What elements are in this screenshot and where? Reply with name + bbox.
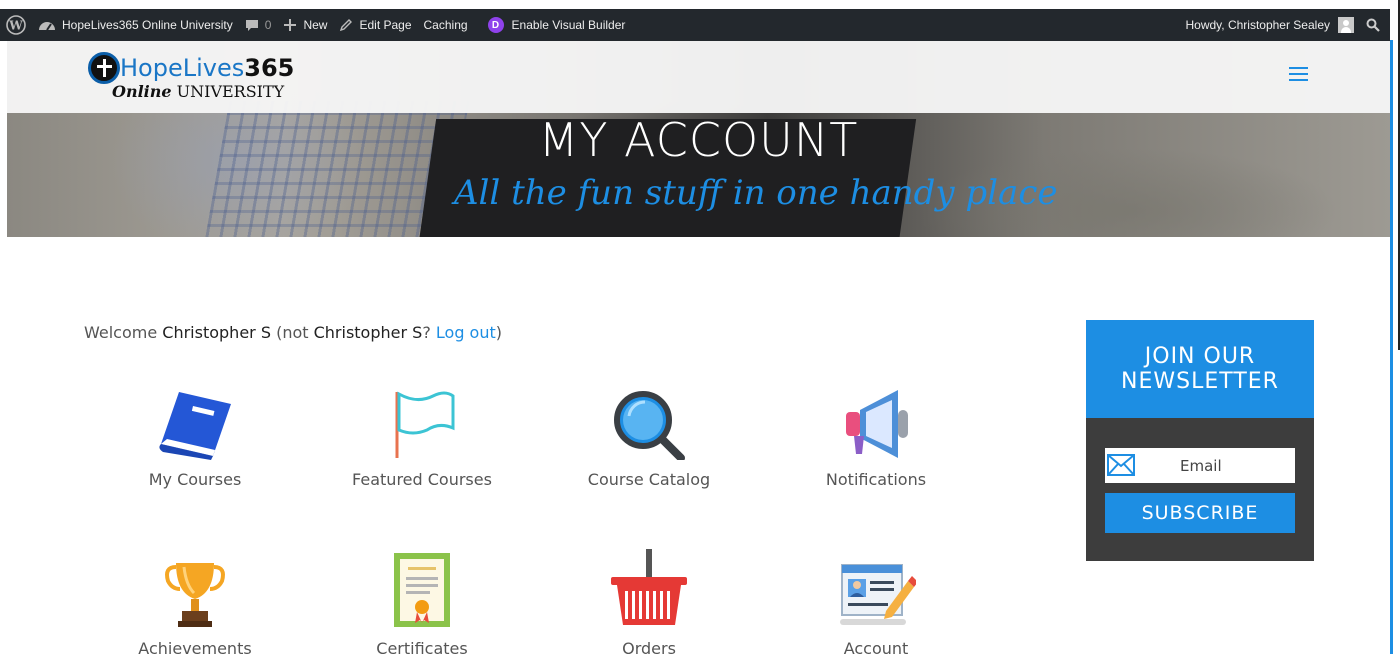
tile-label: Course Catalog <box>587 470 711 489</box>
visual-builder-link[interactable]: D Enable Visual Builder <box>482 9 632 41</box>
tile-label: Account <box>843 639 909 654</box>
tile-my-courses[interactable]: My Courses <box>95 378 295 489</box>
welcome-message: Welcome Christopher S (not Christopher S… <box>84 323 502 342</box>
site-name-link[interactable]: HopeLives365 Online University <box>32 9 239 41</box>
trophy-icon <box>95 547 295 629</box>
tile-course-catalog[interactable]: Course Catalog <box>549 378 749 489</box>
menu-icon[interactable] <box>1289 67 1308 81</box>
tile-label: Orders <box>622 639 676 654</box>
tile-label: Certificates <box>376 639 468 654</box>
welcome-suffix: ? <box>422 323 436 342</box>
scrollbar[interactable] <box>1393 0 1400 350</box>
divi-icon: D <box>487 17 504 33</box>
my-account-menu[interactable]: Howdy, Christopher Sealey <box>1179 9 1360 41</box>
visual-builder-label: Enable Visual Builder <box>511 18 626 32</box>
dashboard-icon <box>39 22 55 31</box>
edit-page-link[interactable]: Edit Page <box>333 9 417 41</box>
welcome-prefix: Welcome <box>84 323 163 342</box>
welcome-middle: (not <box>270 323 314 342</box>
logo-text-hopelives: HopeLives <box>120 54 245 82</box>
flag-icon <box>322 378 522 460</box>
tile-label: Notifications <box>825 470 927 489</box>
user-name: Christopher S <box>162 323 271 342</box>
newsletter-title-line1: JOIN OUR <box>1144 344 1256 369</box>
plus-icon <box>284 19 297 31</box>
admin-search-button[interactable] <box>1360 9 1390 41</box>
search-icon <box>1366 18 1380 32</box>
tile-featured-courses[interactable]: Featured Courses <box>322 378 522 489</box>
comments-link[interactable]: 0 <box>239 9 278 41</box>
newsletter-title-line2: NEWSLETTER <box>1121 369 1279 394</box>
new-label: New <box>303 18 328 32</box>
tile-certificates[interactable]: Certificates <box>322 547 522 654</box>
avatar <box>1338 17 1354 33</box>
howdy-text: Howdy, Christopher Sealey <box>1185 18 1330 32</box>
logo-text-university: UNIVERSITY <box>171 82 285 101</box>
page-title: MY ACCOUNT <box>538 113 859 167</box>
basket-icon <box>549 547 749 629</box>
certificate-icon <box>322 547 522 629</box>
tile-achievements[interactable]: Achievements <box>95 547 295 654</box>
newsletter-widget: JOIN OUR NEWSLETTER SUBSCRIBE <box>1086 320 1314 561</box>
cross-logo-icon <box>88 52 120 84</box>
newsletter-title: JOIN OUR NEWSLETTER <box>1086 320 1314 418</box>
user-name-alt: Christopher S <box>313 323 423 342</box>
tile-label: Featured Courses <box>352 470 492 489</box>
tile-orders[interactable]: Orders <box>549 547 749 654</box>
logout-link[interactable]: Log out <box>436 323 496 342</box>
admin-bar: W HopeLives365 Online University 0 New E… <box>0 9 1390 41</box>
tile-label: My Courses <box>148 470 242 489</box>
comments-count: 0 <box>264 18 272 32</box>
subscribe-button[interactable]: SUBSCRIBE <box>1105 493 1295 533</box>
wordpress-menu[interactable]: W <box>0 9 32 41</box>
logo-text-365: 365 <box>244 54 295 82</box>
email-field-wrap <box>1105 448 1295 483</box>
tile-label: Achievements <box>138 639 252 654</box>
page-subtitle: All the fun stuff in one handy place <box>454 173 1058 213</box>
id-card-icon <box>776 547 976 629</box>
new-content-menu[interactable]: New <box>277 9 333 41</box>
wordpress-icon: W <box>6 15 26 35</box>
site-name: HopeLives365 Online University <box>62 18 233 32</box>
logo-text-online: Online <box>112 82 172 101</box>
tile-notifications[interactable]: Notifications <box>776 378 976 489</box>
caching-menu[interactable]: Caching <box>418 9 474 41</box>
megaphone-icon <box>776 378 976 460</box>
caching-label: Caching <box>423 18 468 32</box>
comment-icon <box>245 19 258 31</box>
pencil-icon <box>340 19 353 32</box>
envelope-icon <box>1107 454 1135 476</box>
magnifier-icon <box>549 378 749 460</box>
edit-page-label: Edit Page <box>359 18 412 32</box>
site-logo[interactable]: HopeLives365 Online UNIVERSITY <box>84 52 294 104</box>
svg-text:W: W <box>8 19 23 33</box>
welcome-close: ) <box>495 323 503 342</box>
book-icon <box>95 378 295 460</box>
tile-account[interactable]: Account <box>776 547 976 654</box>
